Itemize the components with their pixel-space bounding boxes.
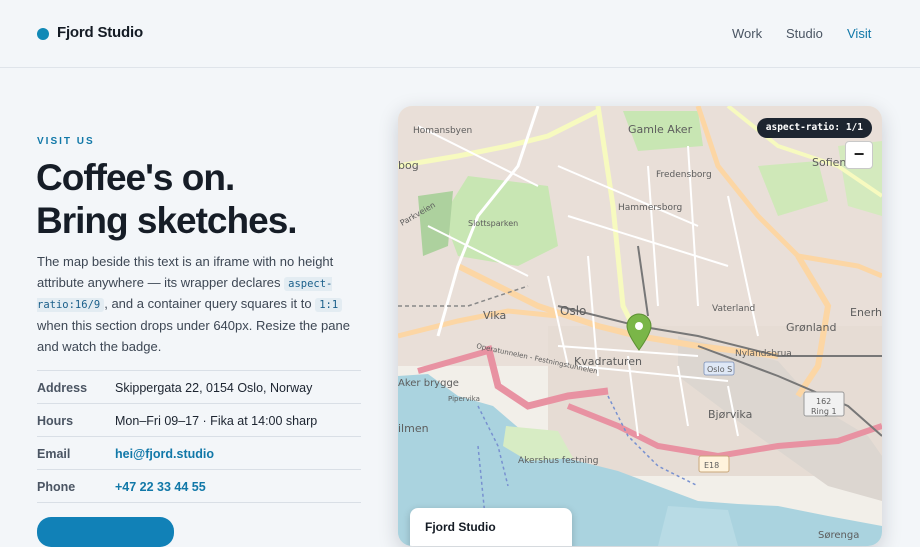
map-label-pipervika: Pipervika — [448, 395, 480, 403]
map-popup: Fjord Studio — [410, 508, 572, 546]
intro-text-2: , and a container query squares it to — [104, 296, 316, 312]
map-label-nylandsbrua: Nylandsbrua — [735, 349, 792, 359]
detail-row-email: Email hei@fjord.studio — [37, 437, 361, 470]
map-label-bog: bog — [398, 159, 419, 172]
intro-text-3: when this section drops under 640px. Res… — [37, 318, 350, 354]
map-label-enerh: Enerh — [850, 306, 882, 319]
aspect-ratio-badge: aspect-ratio: 1/1 — [756, 118, 872, 138]
zoom-out-button[interactable]: − — [845, 141, 873, 169]
headline-line-1: Coffee's on. — [36, 157, 235, 198]
page-title: Coffee's on. Bring sketches. — [36, 156, 356, 242]
map-label-vaterland: Vaterland — [712, 304, 755, 314]
e18-shield-label: E18 — [704, 461, 719, 470]
site-header: Fjord Studio Work Studio Visit — [0, 0, 920, 68]
nav-visit[interactable]: Visit — [847, 26, 871, 41]
map-tiles[interactable]: Homansbyen Gamle Aker Fredensborg Hammer… — [398, 106, 882, 546]
map-label-oslo-s: Oslo S — [707, 365, 732, 374]
map-label-aker-brygge: Aker brygge — [398, 378, 459, 389]
detail-label: Address — [37, 381, 88, 395]
headline-line-2: Bring sketches. — [36, 200, 298, 241]
detail-label: Email — [37, 447, 71, 461]
popup-title: Fjord Studio — [425, 520, 496, 534]
map-label-slottsparken: Slottsparken — [468, 219, 518, 228]
detail-row-phone: Phone +47 22 33 44 55 — [37, 470, 361, 503]
map-embed[interactable]: Homansbyen Gamle Aker Fredensborg Hammer… — [398, 106, 882, 546]
map-label-homansbyen: Homansbyen — [413, 126, 472, 136]
ring-shield-name: Ring 1 — [811, 407, 837, 416]
detail-label: Phone — [37, 480, 76, 494]
map-label-fredensborg: Fredensborg — [656, 170, 712, 180]
nav-work[interactable]: Work — [732, 26, 762, 41]
address-value: Skippergata 22, 0154 Oslo, Norway — [115, 381, 313, 395]
nav-studio[interactable]: Studio — [786, 26, 823, 41]
email-link[interactable]: hei@fjord.studio — [115, 447, 214, 461]
detail-row-hours: Hours Mon–Fri 09–17 · Fika at 14:00 shar… — [37, 404, 361, 437]
brand-name[interactable]: Fjord Studio — [57, 24, 143, 41]
brand-logo-dot — [37, 28, 49, 40]
hours-value: Mon–Fri 09–17 · Fika at 14:00 sharp — [115, 414, 318, 428]
cta-button[interactable] — [37, 517, 174, 547]
code-ratio: 1:1 — [315, 298, 343, 313]
ring-shield-number: 162 — [816, 397, 831, 406]
phone-link[interactable]: +47 22 33 44 55 — [115, 480, 206, 494]
map-label-sofien: Sofien — [812, 156, 846, 169]
contact-details: Address Skippergata 22, 0154 Oslo, Norwa… — [37, 370, 361, 503]
map-label-vika: Vika — [483, 309, 506, 322]
detail-label: Hours — [37, 414, 74, 428]
map-label-oslo: Oslo — [560, 304, 586, 318]
map-label-soerenga: Sørenga — [818, 530, 859, 541]
eyebrow: VISIT US — [37, 136, 95, 147]
map-label-ilmen: ilmen — [398, 422, 429, 435]
intro-paragraph: The map beside this text is an iframe wi… — [37, 252, 363, 358]
map-label-gronland: Grønland — [786, 321, 837, 334]
detail-row-address: Address Skippergata 22, 0154 Oslo, Norwa… — [37, 371, 361, 404]
map-label-hammersborg: Hammersborg — [618, 203, 682, 213]
map-label-bjorvika: Bjørvika — [708, 408, 752, 421]
map-label-gamle-aker: Gamle Aker — [628, 123, 693, 136]
map-label-akershus: Akershus festning — [518, 456, 598, 466]
